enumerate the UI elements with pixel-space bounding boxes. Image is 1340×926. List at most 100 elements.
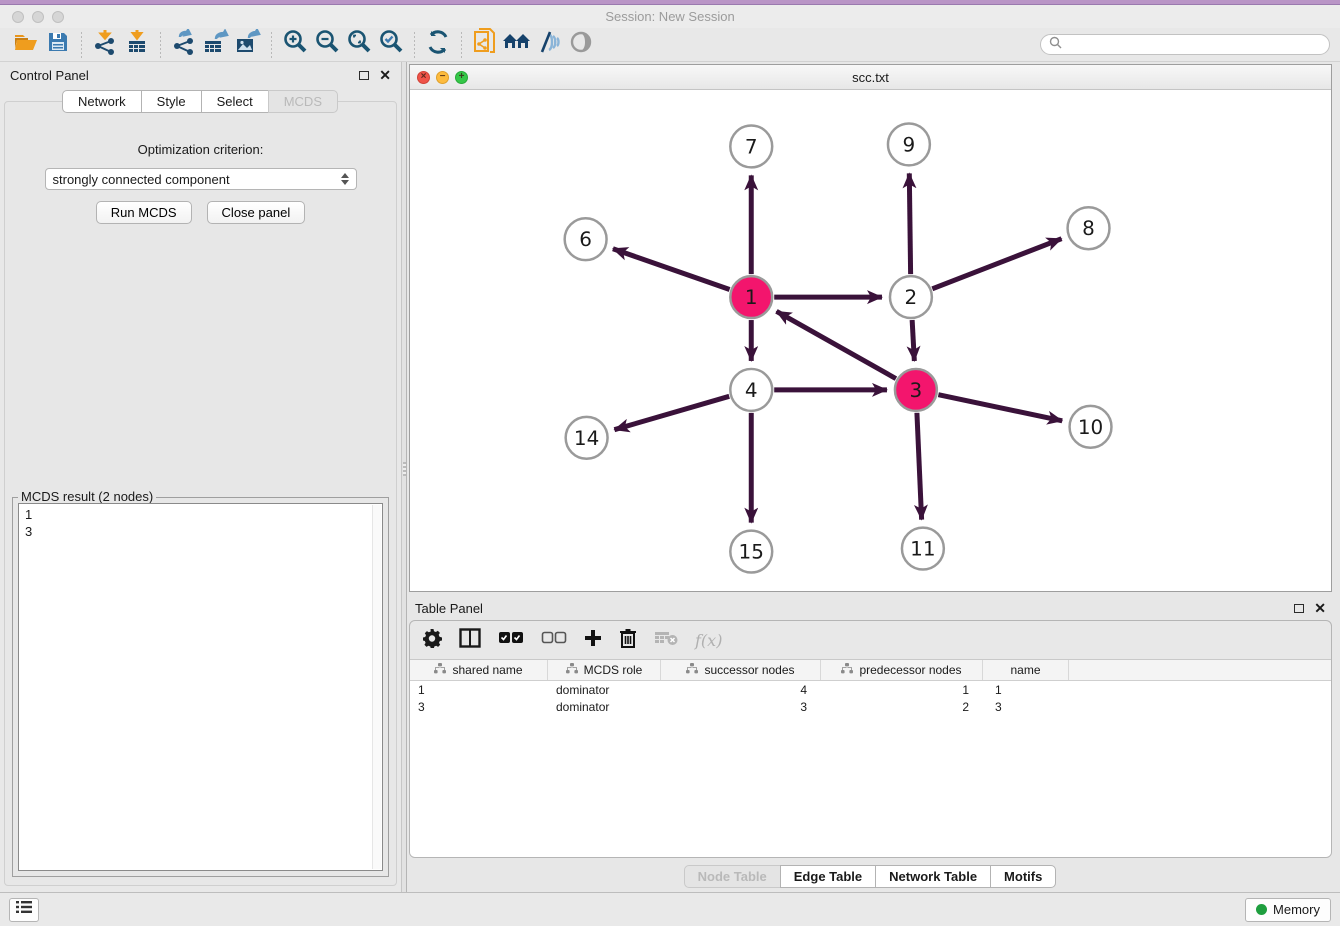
column-label: name bbox=[1010, 663, 1040, 677]
clone-network-button[interactable] bbox=[469, 31, 501, 59]
zoom-out-button[interactable] bbox=[311, 31, 343, 59]
panel-splitter[interactable] bbox=[401, 62, 407, 892]
window-titlebar[interactable]: Session: New Session bbox=[0, 5, 1340, 28]
tab-network-table[interactable]: Network Table bbox=[875, 865, 991, 888]
hide-selected-icon bbox=[536, 30, 562, 59]
table-row[interactable]: 1dominator411 bbox=[410, 681, 1331, 698]
homes-icon bbox=[502, 31, 532, 58]
cell-name: 3 bbox=[983, 700, 1069, 714]
zoom-in-button[interactable] bbox=[279, 31, 311, 59]
export-network-button[interactable] bbox=[168, 31, 200, 59]
search-input[interactable] bbox=[1067, 37, 1321, 53]
optimization-criterion-label: Optimization criterion: bbox=[5, 142, 396, 157]
tab-node-table[interactable]: Node Table bbox=[684, 865, 781, 888]
zoom-in-icon bbox=[282, 29, 308, 60]
column-header-mcds-role[interactable]: MCDS role bbox=[548, 660, 661, 680]
tab-network[interactable]: Network bbox=[62, 90, 142, 113]
zoom-selected-button[interactable] bbox=[375, 31, 407, 59]
table-row[interactable]: 3dominator323 bbox=[410, 698, 1331, 715]
node-table[interactable]: shared nameMCDS rolesuccessor nodesprede… bbox=[410, 659, 1331, 857]
column-header-shared-name[interactable]: shared name bbox=[410, 660, 548, 680]
graph-node-label-14: 14 bbox=[574, 426, 599, 450]
clone-network-icon bbox=[473, 28, 497, 61]
hide-selected-button[interactable] bbox=[533, 31, 565, 59]
export-image-button[interactable] bbox=[232, 31, 264, 59]
deselect-all-icon[interactable] bbox=[541, 631, 567, 650]
toggle-panel-icon[interactable] bbox=[459, 628, 481, 653]
close-panel-button[interactable]: Close panel bbox=[207, 201, 306, 224]
cell-predecessor-nodes: 2 bbox=[821, 700, 983, 714]
edge-2-to-9[interactable] bbox=[909, 173, 910, 274]
tree-merge-icon bbox=[686, 663, 698, 677]
edge-3-to-1[interactable] bbox=[776, 311, 895, 378]
edge-2-to-8[interactable] bbox=[932, 239, 1061, 289]
graph-node-label-7: 7 bbox=[745, 134, 758, 158]
search-field[interactable] bbox=[1040, 34, 1330, 55]
edge-1-to-6[interactable] bbox=[613, 249, 730, 290]
tab-motifs[interactable]: Motifs bbox=[990, 865, 1056, 888]
cell-name: 1 bbox=[983, 683, 1069, 697]
import-table-button[interactable] bbox=[121, 31, 153, 59]
float-table-panel-icon[interactable] bbox=[1294, 604, 1304, 613]
graph-node-label-2: 2 bbox=[905, 285, 918, 309]
zoom-fit-button[interactable] bbox=[343, 31, 375, 59]
tab-mcds[interactable]: MCDS bbox=[268, 90, 338, 113]
select-all-icon[interactable] bbox=[498, 631, 524, 650]
tree-merge-icon bbox=[434, 663, 446, 677]
cell-successor-nodes: 4 bbox=[661, 683, 821, 697]
criterion-dropdown[interactable]: strongly connected component bbox=[45, 168, 357, 190]
cell-shared-name: 1 bbox=[410, 683, 548, 697]
tab-edge-table[interactable]: Edge Table bbox=[780, 865, 876, 888]
delete-column-icon[interactable] bbox=[619, 628, 637, 653]
toolbar-separator bbox=[414, 32, 415, 58]
export-image-icon bbox=[235, 29, 261, 60]
criterion-value: strongly connected component bbox=[53, 172, 230, 187]
mcds-result-title: MCDS result (2 nodes) bbox=[18, 489, 156, 504]
table-header-row: shared nameMCDS rolesuccessor nodesprede… bbox=[410, 660, 1331, 681]
table-toolbar: f(x) bbox=[410, 621, 1331, 659]
cell-mcds-role: dominator bbox=[548, 700, 661, 714]
edge-2-to-3[interactable] bbox=[912, 320, 914, 361]
close-panel-icon[interactable]: ✕ bbox=[379, 68, 391, 82]
mcds-tab-content: Optimization criterion: strongly connect… bbox=[4, 101, 397, 886]
close-table-panel-icon[interactable]: ✕ bbox=[1314, 601, 1326, 615]
save-session-button[interactable] bbox=[42, 31, 74, 59]
tab-style[interactable]: Style bbox=[141, 90, 202, 113]
toolbar-separator bbox=[81, 32, 82, 58]
add-column-icon[interactable] bbox=[584, 629, 602, 652]
float-panel-icon[interactable] bbox=[359, 71, 369, 80]
export-table-button[interactable] bbox=[200, 31, 232, 59]
settings-gear-icon[interactable] bbox=[422, 628, 442, 653]
show-all-button[interactable] bbox=[565, 31, 597, 59]
cell-shared-name: 3 bbox=[410, 700, 548, 714]
window-title: Session: New Session bbox=[0, 9, 1340, 24]
edge-4-to-14[interactable] bbox=[614, 396, 729, 429]
network-canvas[interactable]: 7968124314101511 bbox=[410, 90, 1331, 591]
graph-node-label-4: 4 bbox=[745, 378, 758, 402]
cell-mcds-role: dominator bbox=[548, 683, 661, 697]
column-header-name[interactable]: name bbox=[983, 660, 1069, 680]
mcds-result-textarea[interactable]: 1 3 bbox=[18, 503, 383, 871]
tree-merge-icon bbox=[566, 663, 578, 677]
memory-label: Memory bbox=[1273, 902, 1320, 917]
first-neighbors-button[interactable] bbox=[501, 31, 533, 59]
function-builder-icon: f(x) bbox=[695, 631, 722, 650]
run-mcds-button[interactable]: Run MCDS bbox=[96, 201, 192, 224]
result-scrollbar[interactable] bbox=[372, 505, 381, 869]
toolbar-separator bbox=[271, 32, 272, 58]
edge-3-to-11[interactable] bbox=[917, 413, 922, 520]
export-network-icon bbox=[172, 29, 196, 60]
task-history-button[interactable] bbox=[9, 898, 39, 922]
memory-button[interactable]: Memory bbox=[1245, 898, 1331, 922]
open-session-button[interactable] bbox=[10, 31, 42, 59]
refresh-icon bbox=[426, 30, 450, 59]
column-header-predecessor-nodes[interactable]: predecessor nodes bbox=[821, 660, 983, 680]
refresh-button[interactable] bbox=[422, 31, 454, 59]
edge-3-to-10[interactable] bbox=[938, 395, 1062, 421]
import-network-button[interactable] bbox=[89, 31, 121, 59]
graph-node-label-1: 1 bbox=[745, 285, 758, 309]
graph-node-label-8: 8 bbox=[1082, 216, 1095, 240]
column-header-successor-nodes[interactable]: successor nodes bbox=[661, 660, 821, 680]
network-window-titlebar[interactable]: × − + scc.txt bbox=[410, 65, 1331, 90]
tab-select[interactable]: Select bbox=[201, 90, 269, 113]
